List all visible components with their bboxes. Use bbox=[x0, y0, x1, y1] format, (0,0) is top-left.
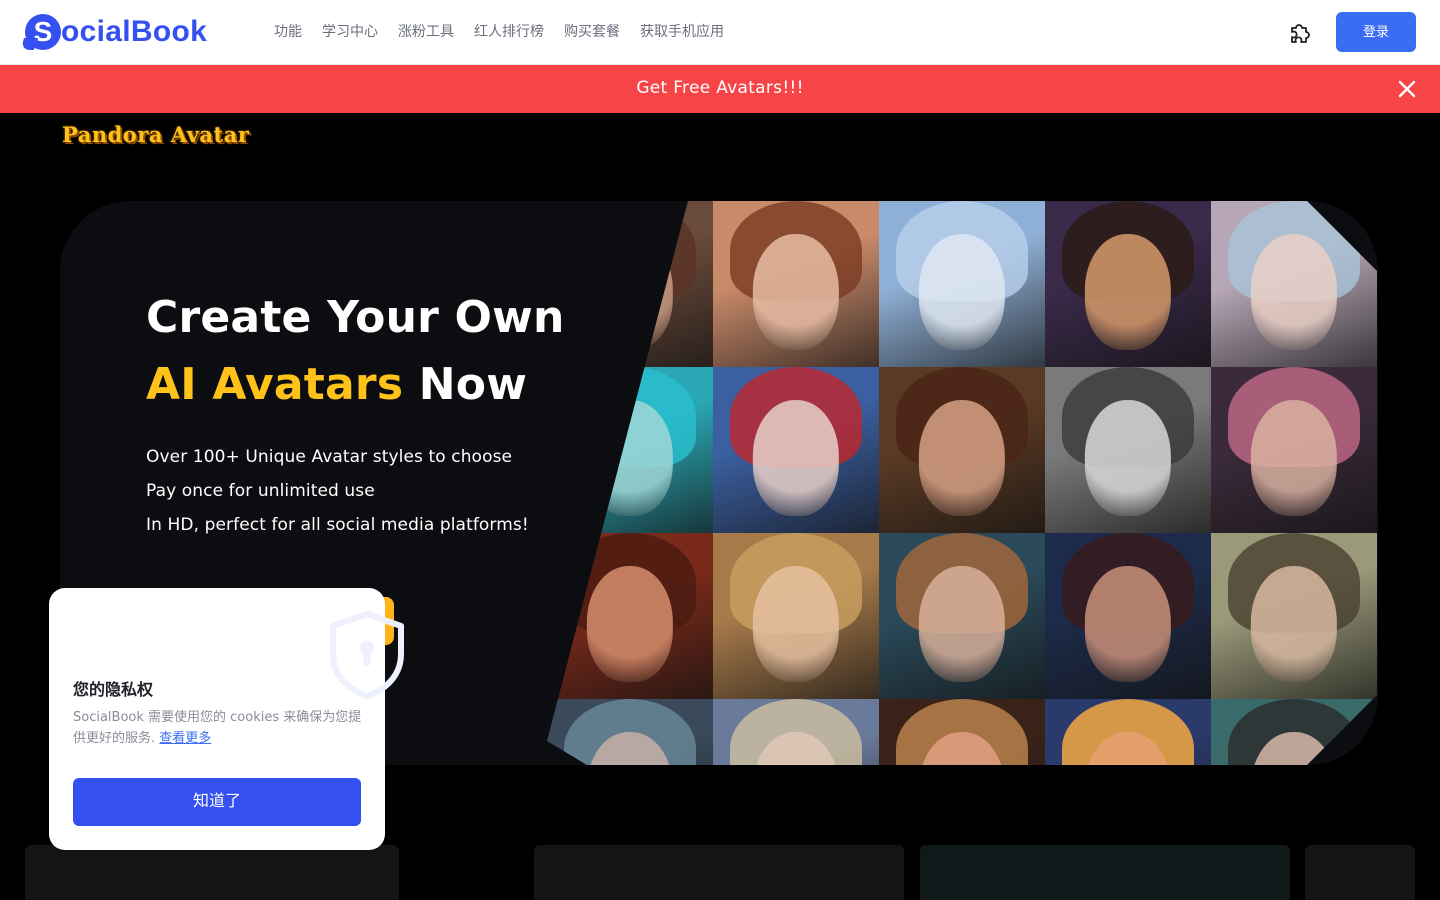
gallery-card[interactable] bbox=[1305, 845, 1415, 900]
feature-item: In HD, perfect for all social media plat… bbox=[146, 515, 529, 535]
gallery-card[interactable] bbox=[534, 845, 904, 900]
avatar-image bbox=[713, 699, 879, 765]
avatar-image bbox=[1045, 367, 1211, 533]
shield-lock-icon bbox=[330, 611, 404, 699]
nav-link-mobile-app[interactable]: 获取手机应用 bbox=[640, 22, 724, 42]
nav-link-learning-center[interactable]: 学习中心 bbox=[322, 22, 378, 42]
avatar-image bbox=[879, 533, 1045, 699]
avatar-image bbox=[879, 201, 1045, 367]
logo-mark: S bbox=[25, 14, 61, 50]
nav-link-pricing[interactable]: 购买套餐 bbox=[564, 22, 620, 42]
cookie-consent-dialog: 您的隐私权 SocialBook 需要使用您的 cookies 来确保为您提供更… bbox=[49, 588, 404, 850]
avatar-image bbox=[713, 201, 879, 367]
nav-links: 功能 学习中心 涨粉工具 红人排行榜 购买套餐 获取手机应用 bbox=[274, 22, 744, 42]
login-button[interactable]: 登录 bbox=[1336, 12, 1416, 52]
feature-list: Over 100+ Unique Avatar styles to choose… bbox=[146, 440, 529, 542]
cookie-body: SocialBook 需要使用您的 cookies 来确保为您提供更好的服务. … bbox=[73, 707, 365, 749]
puzzle-piece-icon[interactable] bbox=[1286, 18, 1314, 46]
avatar-image bbox=[713, 533, 879, 699]
avatar-gallery bbox=[547, 201, 1377, 765]
banner-text[interactable]: Get Free Avatars!!! bbox=[0, 78, 1440, 98]
avatar-image bbox=[1211, 367, 1377, 533]
avatar-image bbox=[879, 367, 1045, 533]
socialbook-logo[interactable]: S ocialBook bbox=[25, 13, 207, 51]
logo-text: ocialBook bbox=[61, 15, 208, 48]
feature-item: Over 100+ Unique Avatar styles to choose bbox=[146, 447, 513, 467]
avatar-image bbox=[879, 699, 1045, 765]
nav-link-influencer-ranking[interactable]: 红人排行榜 bbox=[474, 22, 544, 42]
learn-more-link[interactable]: 查看更多 bbox=[159, 731, 211, 746]
avatar-image bbox=[1045, 533, 1211, 699]
avatar-image bbox=[1045, 699, 1211, 765]
hero-title-accent: AI Avatars bbox=[146, 359, 404, 410]
gallery-card[interactable] bbox=[25, 845, 399, 900]
nav-link-growth-tools[interactable]: 涨粉工具 bbox=[398, 22, 454, 42]
gallery-card[interactable] bbox=[920, 845, 1290, 900]
cookie-body-text: SocialBook 需要使用您的 cookies 来确保为您提供更好的服务. bbox=[73, 710, 362, 746]
hero-title-rest: Now bbox=[403, 359, 528, 410]
promo-banner[interactable]: Get Free Avatars!!! bbox=[0, 65, 1440, 113]
hero-title-line2: AI Avatars Now bbox=[146, 351, 565, 418]
pandora-avatar-logo[interactable]: Pandora Avatar bbox=[62, 122, 249, 147]
cookie-title: 您的隐私权 bbox=[73, 680, 154, 699]
close-icon[interactable] bbox=[1396, 78, 1418, 100]
avatar-image bbox=[713, 367, 879, 533]
top-navigation: S ocialBook 功能 学习中心 涨粉工具 红人排行榜 购买套餐 获取手机… bbox=[0, 0, 1440, 65]
avatar-image bbox=[547, 699, 713, 765]
feature-item: Pay once for unlimited use bbox=[146, 481, 375, 501]
avatar-image bbox=[1211, 533, 1377, 699]
avatar-image bbox=[1045, 201, 1211, 367]
hero-title-line1: Create Your Own bbox=[146, 292, 565, 343]
hero-title: Create Your Own AI Avatars Now bbox=[146, 284, 565, 418]
nav-link-features[interactable]: 功能 bbox=[274, 22, 302, 42]
accept-cookies-button[interactable]: 知道了 bbox=[73, 778, 361, 826]
